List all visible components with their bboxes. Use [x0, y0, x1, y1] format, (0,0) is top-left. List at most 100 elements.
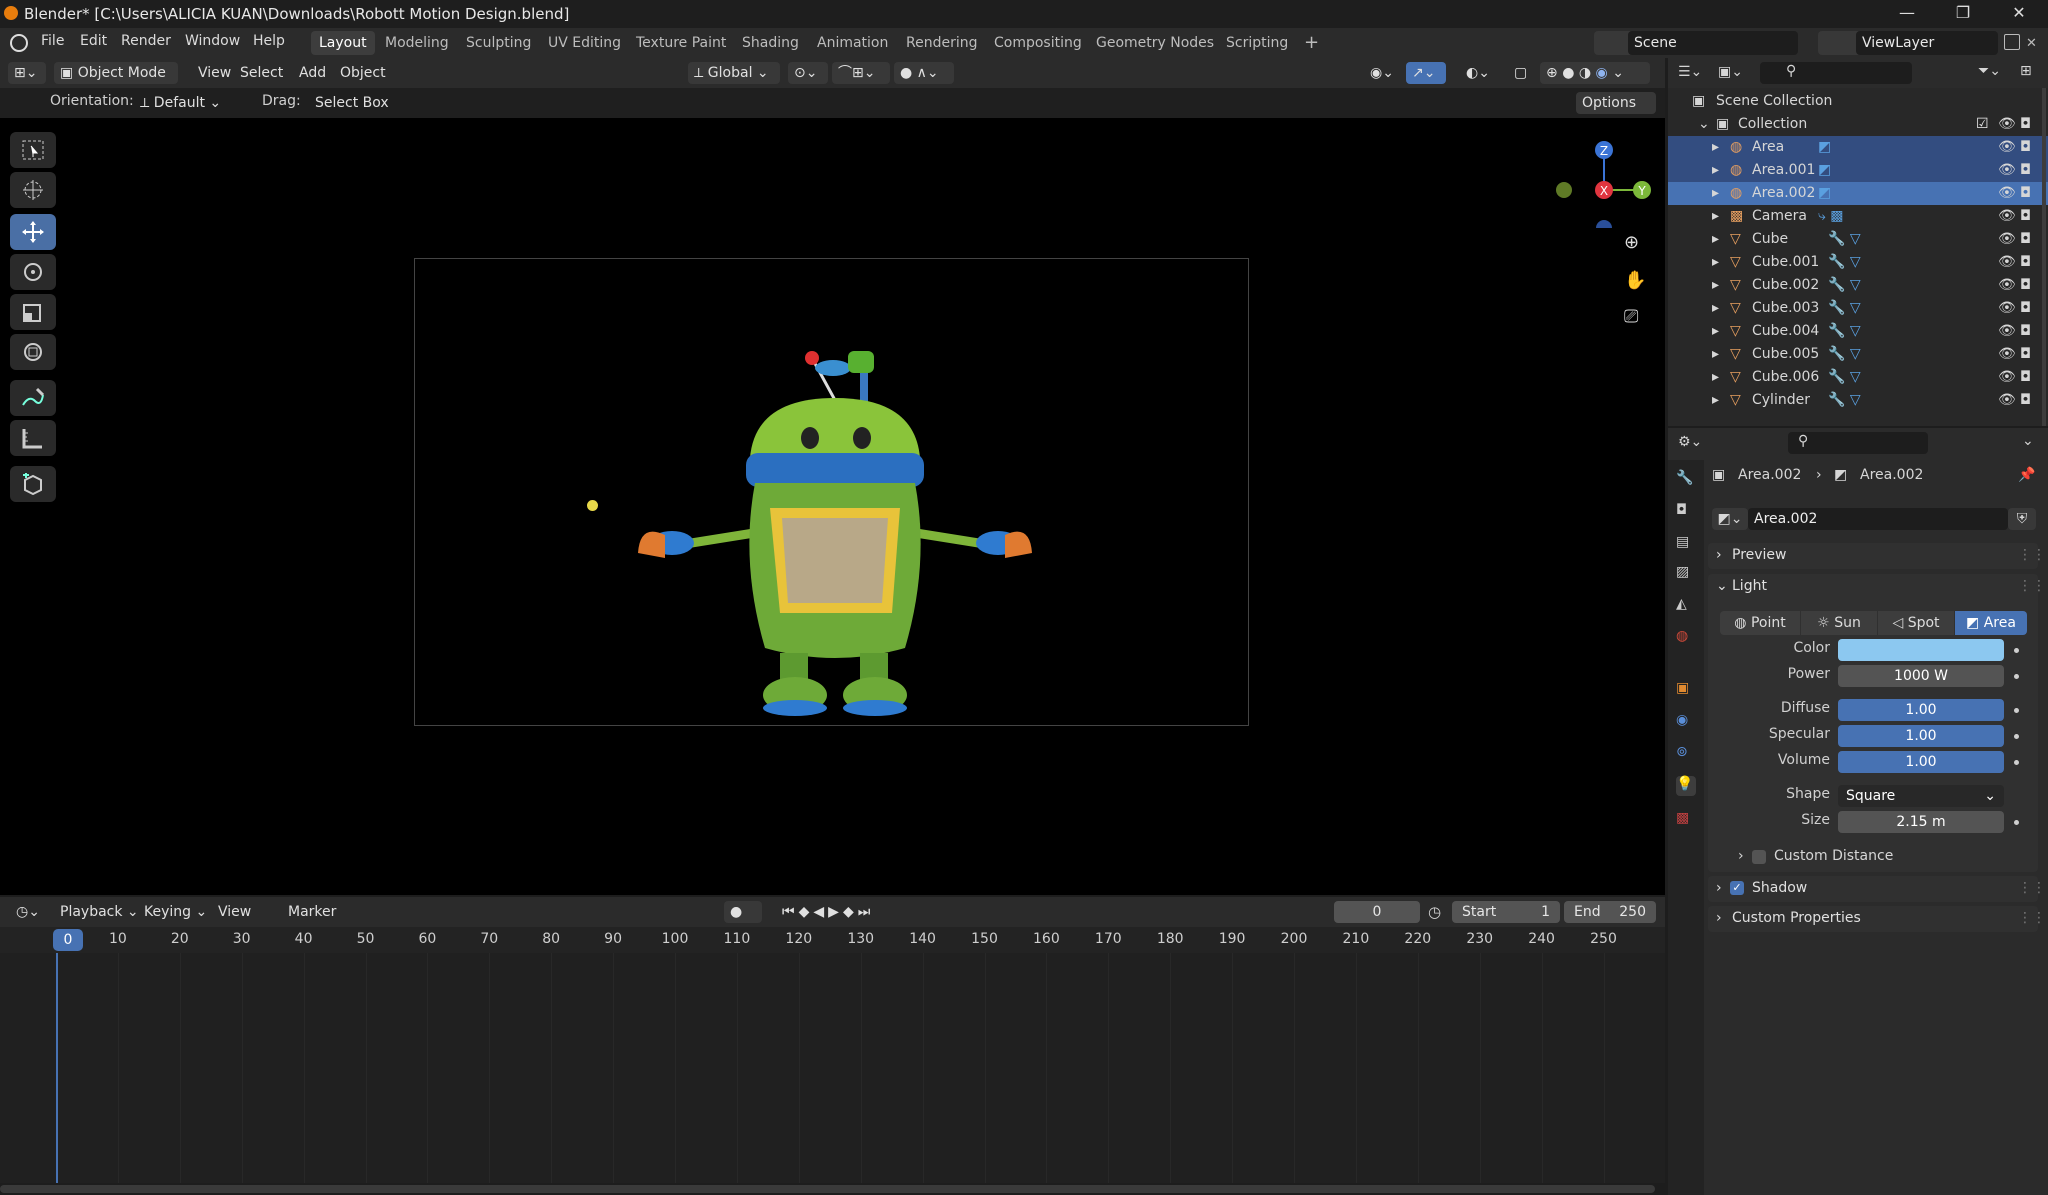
outliner-scene-collection[interactable]: ▣ Scene Collection — [1668, 90, 2048, 113]
visibility-icon[interactable]: ◉⌄ — [1364, 62, 1400, 84]
expand-arrow-icon[interactable]: ▸ — [1712, 139, 1719, 155]
menu-edit[interactable]: Edit — [80, 33, 107, 49]
object-tab-icon[interactable]: ▣ — [1676, 680, 1696, 700]
view-layer-tab-icon[interactable]: ▨ — [1676, 564, 1696, 584]
robot-model[interactable] — [620, 313, 1050, 813]
orientation-dropdown[interactable]: ⟂ Default ⌄ — [134, 92, 244, 114]
expand-arrow-icon[interactable]: ▸ — [1712, 254, 1719, 270]
timeline-menu-playback[interactable]: Playback ⌄ — [54, 901, 145, 923]
visibility-eye-icon[interactable]: 👁 — [1998, 323, 2016, 339]
light-object-marker[interactable] — [587, 500, 598, 511]
start-frame-field[interactable]: Start 1 — [1452, 901, 1560, 923]
render-camera-icon[interactable]: ◘ — [2020, 162, 2031, 178]
render-camera-icon[interactable]: ◘ — [2020, 369, 2031, 385]
annotate-tool[interactable] — [10, 380, 56, 416]
mesh-data-icon[interactable]: 🔧 ▽ — [1828, 277, 1861, 293]
light-data-icon[interactable]: ◩ — [1818, 185, 1831, 201]
drag-handle-icon[interactable]: ⋮⋮ — [2018, 547, 2046, 563]
timeline-menu-keying[interactable]: Keying ⌄ — [138, 901, 213, 923]
playhead[interactable]: 0 — [53, 929, 83, 951]
mesh-data-icon[interactable]: 🔧 ▽ — [1828, 254, 1861, 270]
physics-tab-icon[interactable]: ◉ — [1676, 712, 1696, 732]
visibility-eye-icon[interactable]: 👁 — [1998, 277, 2016, 293]
jump-end-icon[interactable]: ⏭ — [858, 904, 875, 920]
mesh-data-icon[interactable]: 🔧 ▽ — [1828, 346, 1861, 362]
render-camera-icon[interactable]: ◘ — [2020, 185, 2031, 201]
render-camera-icon[interactable]: ◘ — [2020, 208, 2031, 224]
visibility-eye-icon[interactable]: 👁 — [1998, 392, 2016, 408]
expand-arrow-icon[interactable]: ▸ — [1712, 392, 1719, 408]
light-data-tab-icon[interactable]: 💡 — [1676, 776, 1696, 796]
mode-selector[interactable]: ▣ Object Mode ⌄ — [54, 62, 178, 103]
light-data-icon[interactable]: ◩ — [1818, 139, 1831, 155]
collection-checkbox-icon[interactable]: ☑ — [1976, 116, 1989, 132]
custom-distance-subpanel[interactable]: › Custom Distance — [1730, 846, 2030, 868]
visibility-eye-icon[interactable]: 👁 — [1998, 300, 2016, 316]
expand-arrow-icon[interactable]: ▸ — [1712, 231, 1719, 247]
visibility-eye-icon[interactable]: 👁 — [1998, 162, 2016, 178]
render-camera-icon[interactable]: ◘ — [2020, 277, 2031, 293]
visibility-eye-icon[interactable]: 👁 — [1998, 254, 2016, 270]
custom-distance-checkbox[interactable] — [1752, 850, 1766, 864]
tab-sculpting[interactable]: Sculpting — [458, 31, 539, 55]
menu-render[interactable]: Render — [121, 33, 171, 49]
solid-shading-icon[interactable]: ● — [1562, 65, 1574, 81]
shadow-panel-header[interactable]: › ✓ Shadow ⋮⋮ — [1708, 876, 2046, 902]
tab-compositing[interactable]: Compositing — [986, 31, 1090, 55]
power-field[interactable]: 1000 W — [1838, 665, 2004, 687]
transform-tool[interactable] — [10, 334, 56, 370]
specular-keyframe-dot[interactable] — [2014, 734, 2019, 739]
expand-arrow-icon[interactable]: ▸ — [1712, 369, 1719, 385]
pivot-point-icon[interactable]: ⊙⌄ — [788, 62, 828, 84]
render-camera-icon[interactable]: ◘ — [2020, 139, 2031, 155]
constraints-tab-icon[interactable]: ⊚ — [1676, 744, 1696, 764]
timeline-scrollbar[interactable] — [0, 1185, 1655, 1193]
size-field[interactable]: 2.15 m — [1838, 811, 2004, 833]
menu-add[interactable]: Add — [293, 62, 332, 84]
remove-viewlayer-icon[interactable]: ✕ — [2026, 36, 2037, 51]
visibility-eye-icon[interactable]: 👁 — [1998, 139, 2016, 155]
next-keyframe-icon[interactable]: ◆ — [843, 904, 858, 920]
outliner-item[interactable]: ▸ ▽ Cylinder 🔧 ▽ 👁 ◘ — [1668, 389, 2048, 412]
texture-tab-icon[interactable]: ▩ — [1676, 810, 1696, 830]
display-mode-icon[interactable]: ▣⌄ — [1718, 64, 1743, 80]
record-keyframe-icon[interactable]: ● ⌄ — [724, 901, 762, 942]
current-frame-field[interactable]: 0 — [1334, 901, 1420, 923]
visibility-eye-icon[interactable]: 👁 — [1998, 208, 2016, 224]
tab-geometry-nodes[interactable]: Geometry Nodes — [1088, 31, 1222, 55]
expand-arrow-icon[interactable]: ▸ — [1712, 208, 1719, 224]
render-camera-icon[interactable]: ◘ — [2020, 254, 2031, 270]
expand-arrow-icon[interactable]: ▸ — [1712, 277, 1719, 293]
shading-modes[interactable]: ⊕ ● ◑ ◉ ⌄ — [1540, 62, 1650, 84]
visibility-eye-icon[interactable]: 👁 — [1998, 346, 2016, 362]
filter-icon[interactable]: ⏷⌄ — [1978, 63, 2001, 79]
rendered-shading-icon[interactable]: ◉ — [1596, 65, 1608, 81]
mesh-data-icon[interactable]: 🔧 ▽ — [1828, 392, 1861, 408]
volume-slider[interactable]: 1.00 — [1838, 751, 2004, 773]
new-viewlayer-icon[interactable] — [2004, 34, 2020, 50]
material-shading-icon[interactable]: ◑ — [1579, 65, 1591, 81]
rotate-tool[interactable] — [10, 254, 56, 290]
timeline-ruler[interactable]: 10 20 30 40 50 60 70 80 90 100 110 120 130 140 150 160 1… — [0, 927, 1665, 953]
mesh-data-icon[interactable]: 🔧 ▽ — [1828, 300, 1861, 316]
visibility-eye-icon[interactable]: 👁 — [1998, 231, 2016, 247]
preview-panel-header[interactable]: › Preview ⋮⋮ — [1708, 543, 2046, 569]
output-tab-icon[interactable]: ▤ — [1676, 534, 1696, 554]
tab-scripting[interactable]: Scripting — [1218, 31, 1296, 55]
viewlayer-name-field[interactable]: ViewLayer — [1856, 31, 1998, 55]
mesh-data-icon[interactable]: 🔧 ▽ — [1828, 231, 1861, 247]
menu-help[interactable]: Help — [253, 33, 285, 49]
transform-orientation-dropdown[interactable]: ⟂ Global ⌄ — [688, 62, 780, 84]
zoom-icon[interactable]: ⊕ — [1624, 232, 1639, 253]
cursor-tool[interactable] — [10, 172, 56, 208]
outliner-item[interactable]: ▸ ◍ Area.001 ◩ 👁 ◘ — [1668, 159, 2048, 182]
light-type-sun[interactable]: ☼ Sun — [1801, 611, 1877, 635]
play-icon[interactable]: ▶ — [828, 904, 843, 920]
close-button[interactable]: ✕ — [1990, 0, 2048, 28]
light-type-spot[interactable]: ◁ Spot — [1878, 611, 1954, 635]
custom-properties-panel-header[interactable]: › Custom Properties ⋮⋮ — [1708, 906, 2046, 932]
color-keyframe-dot[interactable] — [2014, 648, 2019, 653]
editor-type-icon[interactable]: ⊞⌄ — [8, 62, 46, 84]
render-camera-icon[interactable]: ◘ — [2020, 323, 2031, 339]
proportional-edit-icon[interactable]: ● ∧⌄ — [894, 62, 954, 84]
